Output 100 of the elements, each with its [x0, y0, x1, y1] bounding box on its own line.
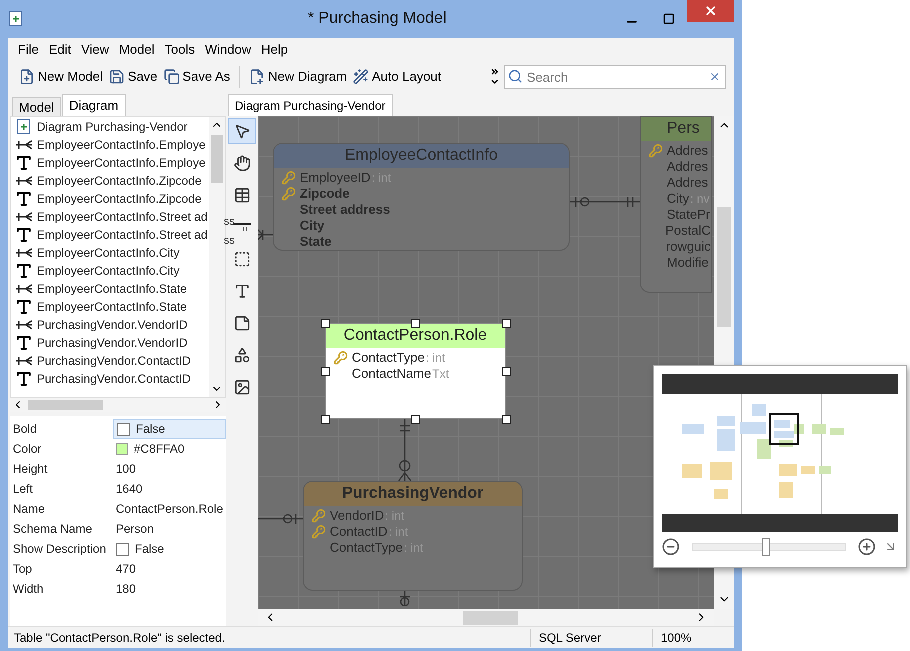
checkbox[interactable] [117, 422, 130, 436]
field-name: City [667, 191, 690, 207]
toolbar-button[interactable]: New Model [16, 65, 106, 89]
close-icon [704, 4, 718, 18]
window-title: * Purchasing Model [308, 9, 447, 29]
field-name: ContactID [330, 524, 388, 540]
toolbar-button[interactable]: Save [106, 65, 161, 89]
pointer-icon [234, 122, 250, 140]
scroll-thumb[interactable] [463, 610, 518, 624]
field-name: PostalC [665, 223, 711, 239]
connector[interactable] [258, 513, 304, 525]
property-cell[interactable]: False [113, 539, 226, 559]
connector[interactable] [258, 229, 274, 241]
tree-item[interactable]: PurchasingVendor.VendorID [37, 316, 188, 334]
resize-handle[interactable] [321, 319, 330, 328]
resize-handle[interactable] [502, 367, 511, 376]
tree-item[interactable]: EmployeerContactInfo.State [37, 280, 188, 298]
resize-handle[interactable] [502, 319, 511, 328]
key-icon [282, 187, 296, 201]
scroll-thumb[interactable] [28, 400, 103, 410]
text-icon [15, 262, 33, 280]
menu-item[interactable]: Model [119, 40, 155, 60]
search-field[interactable]: Search [504, 65, 726, 89]
key-icon [649, 144, 663, 158]
tree-item[interactable]: EmployeerContactInfo.State [37, 298, 188, 316]
text-icon [15, 370, 33, 388]
zoom-out-icon[interactable] [662, 538, 680, 556]
menu-item[interactable]: Window [205, 40, 252, 60]
connector[interactable] [569, 196, 642, 208]
property-value: 1640 [116, 481, 143, 498]
diagram-canvas[interactable] [258, 116, 714, 609]
property-name: Schema Name [12, 521, 94, 538]
property-cell[interactable]: 1640 [113, 479, 226, 499]
resize-handle[interactable] [502, 415, 511, 424]
resize-handle[interactable] [411, 415, 420, 424]
hand-icon [234, 154, 250, 172]
menu-item[interactable]: View [81, 40, 110, 60]
tree-item[interactable]: EmployeerContactInfo.City [37, 262, 180, 280]
tree-item[interactable]: PurchasingVendor.ContactID [37, 370, 192, 388]
menu-item[interactable]: Tools [164, 40, 196, 60]
zoom-in-icon[interactable] [858, 538, 876, 556]
overflow-icon[interactable] [490, 67, 500, 77]
property-cell[interactable]: False [113, 419, 226, 439]
tree-item[interactable]: EmployeerContactInfo.Street ad [37, 208, 208, 226]
property-cell[interactable]: 470 [113, 559, 226, 579]
panel-tab[interactable]: Model [12, 97, 62, 116]
property-cell[interactable]: 100 [113, 459, 226, 479]
scroll-thumb[interactable] [211, 135, 223, 183]
clear-icon[interactable] [709, 71, 721, 83]
toolbar-button[interactable]: New Diagram [246, 65, 350, 89]
tree-item[interactable]: PurchasingVendor.VendorID [37, 334, 188, 352]
tree-item[interactable]: EmployeerContactInfo.Employe [37, 136, 206, 154]
diagram-icon [8, 11, 24, 27]
property-value: 100 [116, 461, 136, 478]
tree-item[interactable]: Diagram Purchasing-Vendor [37, 118, 188, 136]
toolbar-button[interactable]: Save As [160, 65, 234, 89]
image-icon [234, 378, 250, 396]
status-zoom: 100% [652, 628, 734, 646]
text-icon [15, 334, 33, 352]
entity-table[interactable]: ContactPerson.Role ContactType: int ContactNameTxt [325, 323, 506, 419]
toolbar-button[interactable]: Auto Layout [350, 65, 445, 89]
maximize-icon[interactable] [663, 13, 675, 25]
menu-item[interactable]: Help [261, 40, 288, 60]
checkbox[interactable] [116, 542, 129, 556]
crow-foot-icon [15, 140, 33, 150]
property-value: 470 [116, 561, 136, 578]
slider-thumb[interactable] [762, 538, 770, 556]
property-value: False [136, 421, 166, 438]
resize-handle[interactable] [321, 367, 330, 376]
field-name: Addres [667, 143, 708, 159]
tree-item[interactable]: EmployeerContactInfo.Zipcode [37, 172, 202, 190]
tree-item[interactable]: PurchasingVendor.ContactID [37, 352, 192, 370]
new-file-icon [19, 69, 35, 85]
close-button[interactable] [687, 0, 734, 22]
property-cell[interactable]: Person [113, 519, 226, 539]
resize-handle[interactable] [411, 319, 420, 328]
menu-item[interactable]: Edit [48, 40, 72, 60]
property-value: False [135, 541, 164, 558]
caret-icon[interactable] [490, 77, 500, 87]
wand-icon [353, 69, 370, 85]
connector[interactable] [399, 590, 411, 606]
diagram-tab[interactable]: Diagram Purchasing-Vendor [228, 94, 393, 116]
vertical-scrollbar[interactable] [209, 117, 225, 397]
tree-item[interactable]: EmployeerContactInfo.Employe [37, 154, 206, 172]
tool-button[interactable] [228, 118, 256, 144]
property-cell[interactable]: 180 [113, 579, 226, 599]
menu-item[interactable]: File [18, 40, 39, 60]
search-icon [508, 69, 523, 84]
tree-item[interactable]: EmployeerContactInfo.City [37, 244, 180, 262]
resize-handle[interactable] [321, 415, 330, 424]
panel-tab[interactable]: Diagram [62, 94, 126, 116]
text-icon [15, 298, 33, 316]
property-cell[interactable]: #C8FFA0 [113, 439, 226, 459]
color-swatch[interactable] [116, 443, 128, 455]
overflow-text: ss [224, 215, 235, 230]
field-name: EmployeeID [300, 170, 371, 186]
table-icon [234, 186, 250, 204]
tree-item[interactable]: EmployeerContactInfo.Street ad [37, 226, 208, 244]
tree-item[interactable]: EmployeerContactInfo.Zipcode [37, 190, 202, 208]
scroll-thumb[interactable] [717, 207, 731, 327]
